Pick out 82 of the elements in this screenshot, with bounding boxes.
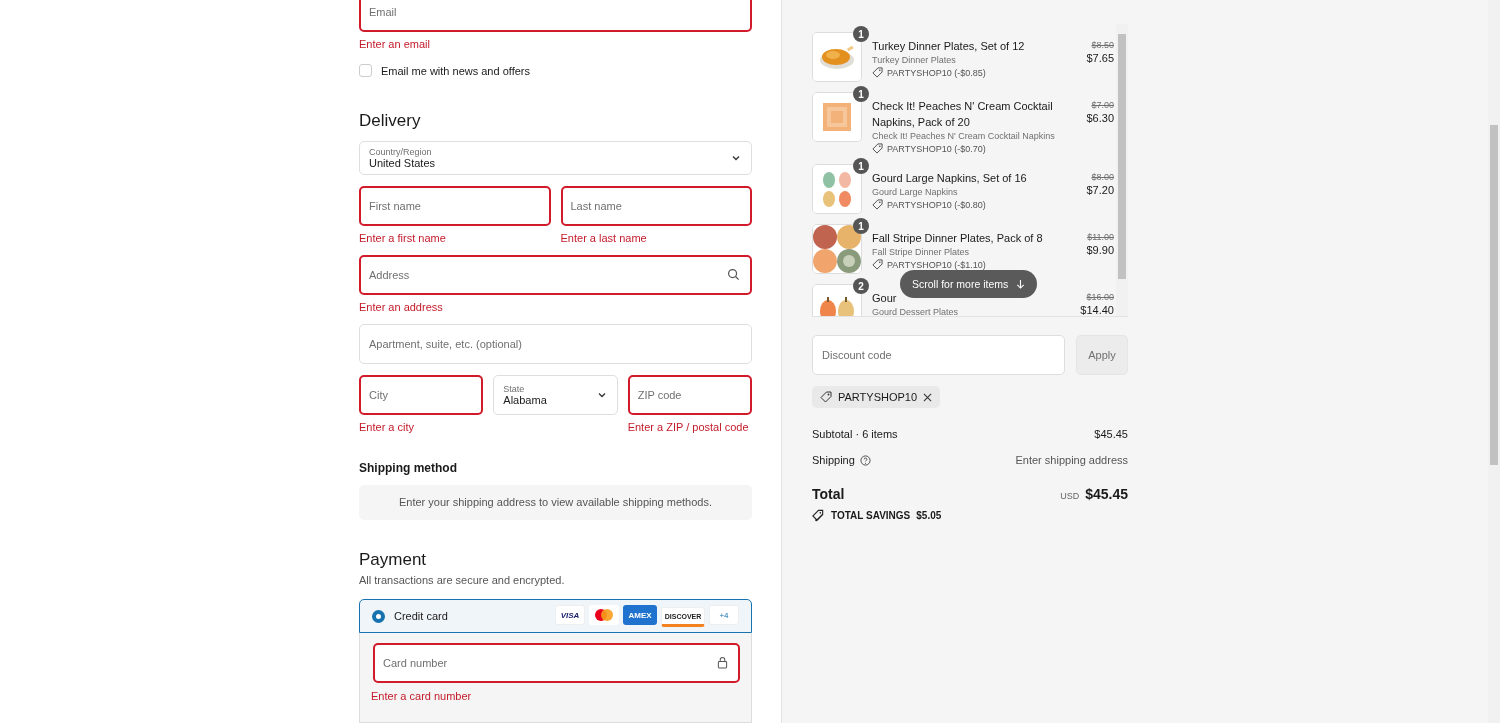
savings-label: TOTAL SAVINGS bbox=[831, 510, 911, 521]
discount-code: PARTYSHOP10 bbox=[838, 391, 918, 403]
tag-icon bbox=[872, 67, 883, 78]
price: $7.20 bbox=[1086, 184, 1114, 196]
product-title: Gourd Large Napkins, Set of 16 bbox=[872, 171, 1027, 186]
checkbox-label: Email me with news and offers bbox=[381, 64, 530, 77]
quantity-badge: 1 bbox=[853, 158, 869, 174]
shipping-label: Shipping bbox=[812, 454, 855, 466]
scrollbar[interactable] bbox=[1116, 24, 1128, 316]
error-message: Enter a city bbox=[359, 420, 416, 433]
quantity-badge: 1 bbox=[853, 26, 869, 42]
product-variant: Gourd Dessert Plates bbox=[872, 307, 960, 316]
input-field[interactable]: Last name bbox=[560, 185, 752, 226]
tag-icon bbox=[872, 143, 883, 154]
product-title: Check It! Peaches N' Cream Cocktail Napkins, Pack of 20 bbox=[872, 99, 1054, 130]
savings-value: $5.05 bbox=[916, 510, 942, 521]
product-variant: Fall Stripe Dinner Plates bbox=[872, 247, 971, 257]
tag-icon bbox=[820, 391, 832, 403]
error-message: Enter a last name bbox=[560, 231, 648, 244]
page-scrollbar[interactable] bbox=[1488, 0, 1500, 723]
tag-icon bbox=[872, 259, 883, 270]
product-title: Gour bbox=[872, 291, 897, 306]
input-field[interactable]: City bbox=[359, 374, 484, 415]
card-brand-logo: VISA bbox=[555, 605, 585, 626]
search-icon bbox=[727, 267, 740, 281]
original-price: $8.50 bbox=[1091, 40, 1114, 50]
discount-label: PARTYSHOP10 (-$0.70) bbox=[887, 143, 986, 154]
help-icon[interactable] bbox=[859, 454, 871, 466]
subtotal-value: $45.45 bbox=[1094, 428, 1128, 440]
section-heading: Delivery bbox=[359, 111, 422, 131]
total-label: Total bbox=[812, 486, 845, 502]
shipping-notice: Enter your shipping address to view available shipping methods. bbox=[359, 484, 752, 521]
close-icon[interactable] bbox=[923, 392, 933, 402]
product-variant: Turkey Dinner Plates bbox=[872, 55, 957, 65]
tags-icon bbox=[812, 509, 825, 522]
price: $14.40 bbox=[1080, 304, 1114, 316]
input-field[interactable]: First name bbox=[359, 185, 551, 226]
original-price: $7.00 bbox=[1091, 100, 1114, 110]
input-field[interactable]: ZIP code bbox=[627, 374, 752, 415]
discount-label: PARTYSHOP10 (-$1.10) bbox=[887, 259, 986, 270]
payment-option-label: Credit card bbox=[394, 610, 449, 623]
radio-button[interactable] bbox=[372, 609, 385, 623]
card-number-field[interactable]: Card number bbox=[373, 643, 740, 683]
card-brand-logo: AMEX bbox=[623, 605, 657, 626]
product-variant: Check It! Peaches N' Cream Cocktail Napkins bbox=[872, 131, 1056, 141]
total-value: $45.45 bbox=[1085, 486, 1128, 502]
error-message: Enter an email bbox=[359, 38, 431, 50]
original-price: $11.00 bbox=[1087, 232, 1114, 242]
product-variant: Gourd Large Napkins bbox=[872, 187, 959, 197]
country-select[interactable]: Country/Region United States bbox=[359, 141, 752, 175]
price: $7.65 bbox=[1086, 52, 1114, 64]
error-message: Enter a first name bbox=[359, 231, 447, 244]
original-price: $8.00 bbox=[1091, 172, 1114, 182]
quantity-badge: 2 bbox=[853, 278, 869, 294]
arrow-down-icon bbox=[1016, 278, 1026, 290]
currency-code: USD bbox=[1060, 491, 1080, 501]
product-title: Fall Stripe Dinner Plates, Pack of 8 bbox=[872, 231, 1043, 246]
discount-label: PARTYSHOP10 (-$0.80) bbox=[887, 199, 986, 210]
quantity-badge: 1 bbox=[853, 218, 869, 234]
tag-icon bbox=[872, 199, 883, 210]
error-message: Enter an address bbox=[359, 300, 444, 313]
section-subtitle: All transactions are secure and encrypted. bbox=[359, 574, 566, 587]
price: $9.90 bbox=[1086, 244, 1114, 256]
more-brands-badge: +4 bbox=[709, 605, 739, 626]
original-price: $16.00 bbox=[1086, 292, 1114, 302]
error-message: Enter a card number bbox=[371, 690, 473, 702]
lock-icon bbox=[717, 656, 728, 669]
discount-code-field[interactable]: Discount code bbox=[812, 335, 1065, 375]
product-title: Turkey Dinner Plates, Set of 12 bbox=[872, 39, 1025, 54]
price: $6.30 bbox=[1086, 112, 1114, 124]
discount-label: PARTYSHOP10 (-$0.85) bbox=[887, 67, 986, 78]
email-field[interactable]: Email bbox=[359, 0, 752, 32]
subtotal-label: Subtotal · 6 items bbox=[812, 428, 898, 440]
scroll-hint-button[interactable]: Scroll for more items bbox=[900, 270, 1038, 298]
quantity-badge: 1 bbox=[853, 86, 869, 102]
checkbox[interactable] bbox=[359, 64, 372, 77]
state-select[interactable]: State Alabama bbox=[493, 374, 618, 415]
section-heading: Shipping method bbox=[359, 460, 458, 475]
section-heading: Payment bbox=[359, 550, 428, 571]
input-field[interactable]: Address bbox=[359, 254, 752, 295]
shipping-value: Enter shipping address bbox=[1015, 454, 1128, 466]
error-message: Enter a ZIP / postal code bbox=[627, 420, 750, 433]
